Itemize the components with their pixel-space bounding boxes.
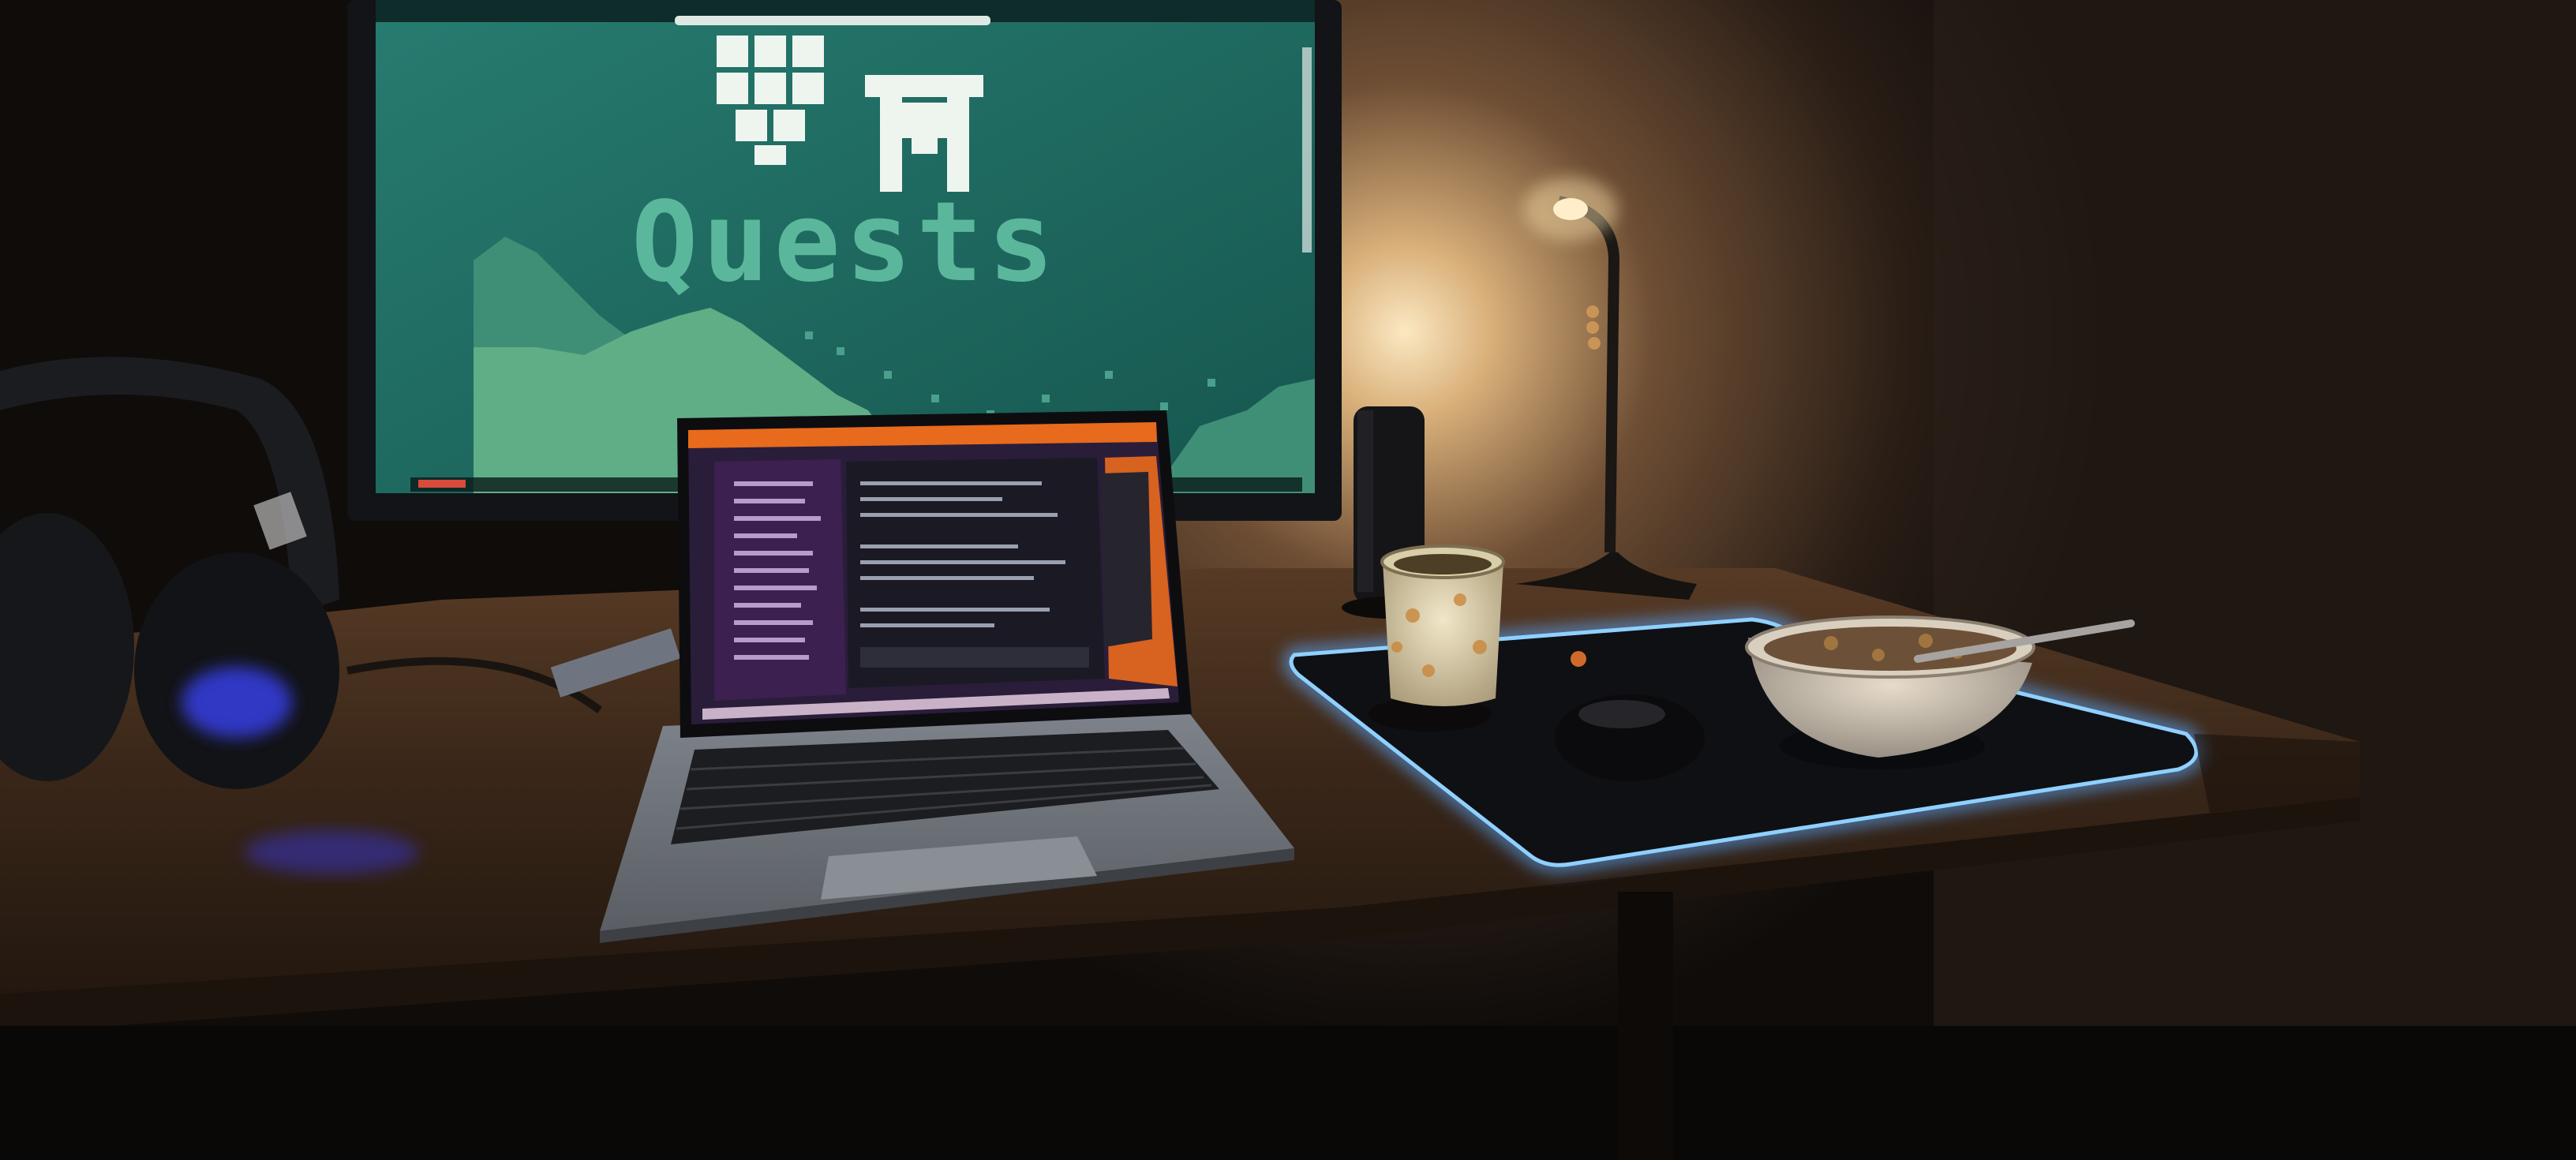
- computer-mouse: [1555, 694, 1705, 781]
- monitor-title: Quests: [631, 178, 1059, 307]
- monitor-play-marker: [418, 480, 466, 488]
- wall-right-shade: [1934, 0, 2576, 1160]
- desk-setup-photo: Quests: [0, 0, 2576, 1160]
- desk-blue-reflection: [245, 830, 418, 874]
- monitor-scrollbar: [1302, 47, 1312, 253]
- floor-shadow: [0, 1026, 2576, 1160]
- laptop-message-input: [860, 647, 1089, 668]
- laptop-sidebar: [714, 459, 846, 701]
- desk-leg: [1618, 892, 1673, 1160]
- laptop-side-panel: [1101, 472, 1152, 647]
- monitor-progress-bar: [675, 16, 990, 25]
- mousepad-logo-dot: [1571, 651, 1586, 667]
